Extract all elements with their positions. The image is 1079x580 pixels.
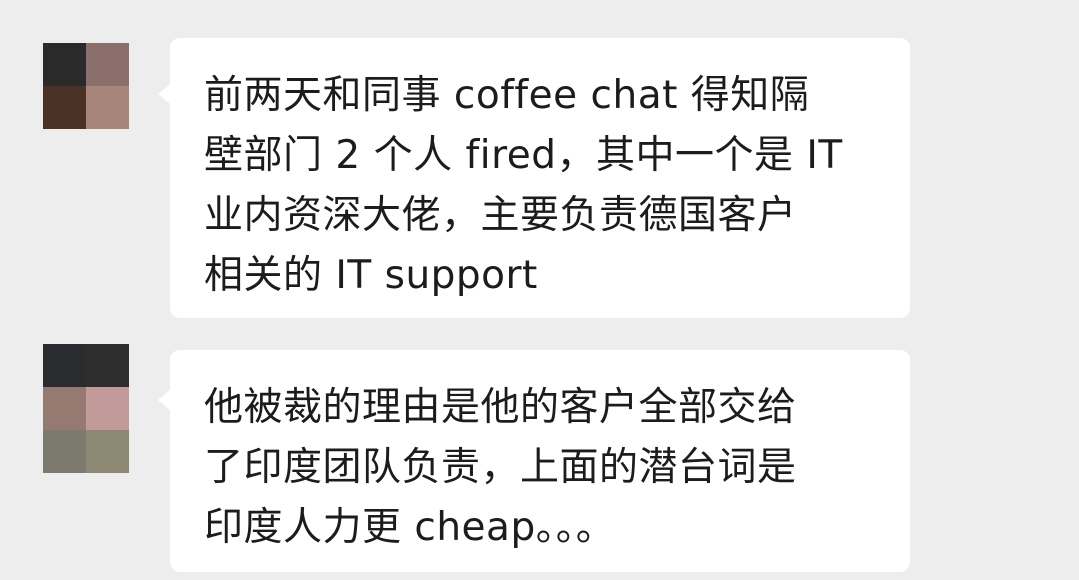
message-text: 前两天和同事 coffee chat 得知隔 壁部门 2 个人 fired，其中…: [204, 73, 843, 298]
avatar-mosaic-tile: [86, 387, 129, 430]
sender-avatar[interactable]: [43, 43, 129, 129]
avatar-mosaic-tile: [86, 430, 129, 473]
sender-avatar[interactable]: [43, 344, 129, 473]
avatar-mosaic-tile: [86, 344, 129, 387]
message-bubble[interactable]: 前两天和同事 coffee chat 得知隔 壁部门 2 个人 fired，其中…: [158, 38, 910, 318]
avatar-mosaic-tile: [43, 430, 86, 473]
avatar-mosaic-tile: [86, 86, 129, 129]
avatar-mosaic-tile: [43, 43, 86, 86]
avatar-mosaic-tile: [43, 344, 86, 387]
message-bubble[interactable]: 他被裁的理由是他的客户全部交给 了印度团队负责，上面的潜台词是 印度人力更 ch…: [158, 350, 910, 572]
avatar-mosaic-tile: [43, 86, 86, 129]
message-text: 他被裁的理由是他的客户全部交给 了印度团队负责，上面的潜台词是 印度人力更 ch…: [204, 385, 797, 550]
avatar-mosaic-tile: [86, 43, 129, 86]
avatar-mosaic-tile: [43, 387, 86, 430]
